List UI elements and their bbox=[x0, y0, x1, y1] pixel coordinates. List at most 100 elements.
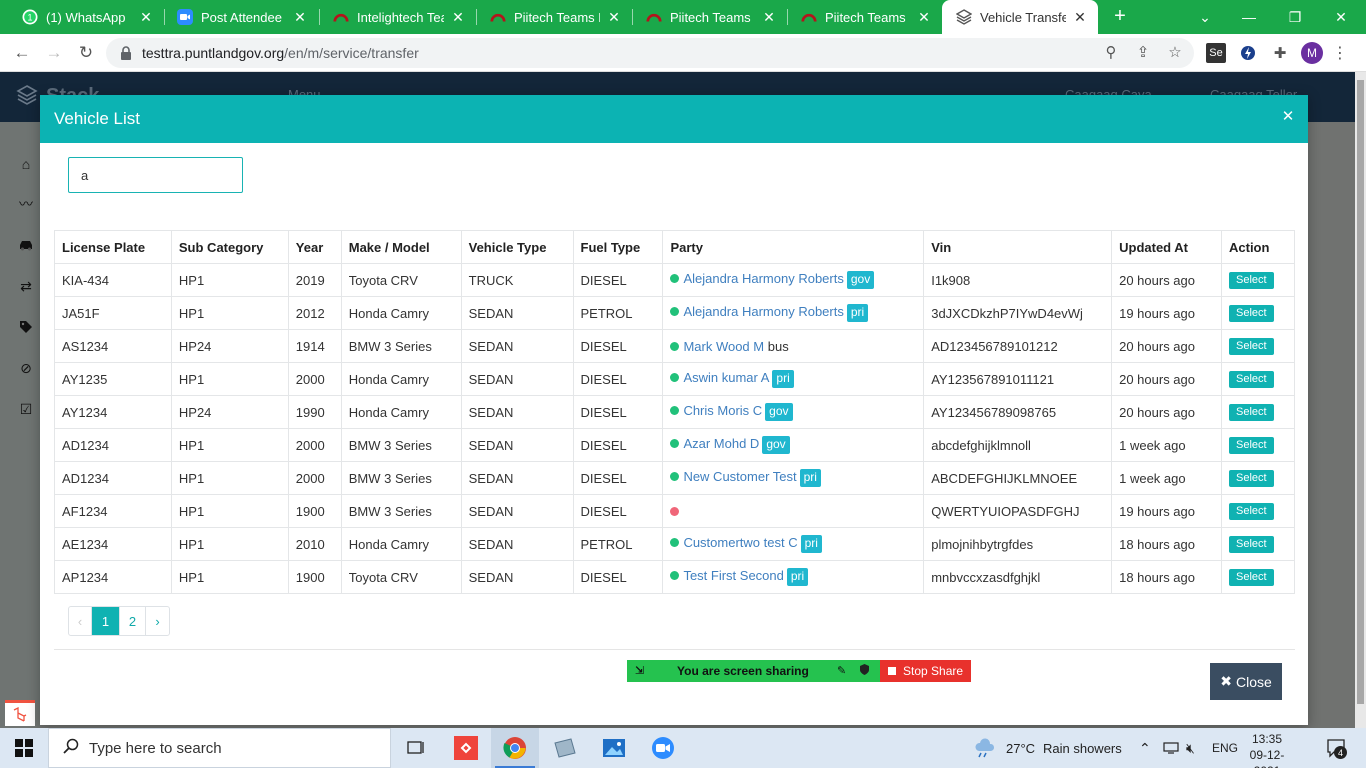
restore-icon[interactable]: ❐ bbox=[1272, 0, 1318, 34]
party-link[interactable]: Chris Moris C bbox=[683, 403, 762, 418]
taskbar-search-box[interactable]: Type here to search bbox=[48, 728, 391, 768]
party-link[interactable]: Azar Mohd D bbox=[683, 436, 759, 451]
transfer-icon[interactable]: ⇄ bbox=[16, 276, 36, 296]
party-link[interactable]: Mark Wood M bbox=[683, 339, 764, 354]
search-icon bbox=[63, 738, 79, 758]
show-hidden-icons-chevron-icon[interactable]: ⌃ bbox=[1139, 728, 1151, 768]
select-button[interactable]: Select bbox=[1229, 503, 1274, 520]
ban-icon[interactable]: ⊘ bbox=[16, 358, 36, 378]
cell-fuel-type: DIESEL bbox=[572, 395, 664, 429]
shield-icon[interactable] bbox=[859, 663, 870, 679]
tab-vehicle-transfer[interactable]: Vehicle Transfer | ✕ bbox=[942, 0, 1098, 34]
select-button[interactable]: Select bbox=[1229, 272, 1274, 289]
tab-intelightech[interactable]: Intelightech Team ✕ bbox=[319, 0, 476, 34]
windows-start-icon[interactable] bbox=[0, 728, 48, 768]
cell-updated-at: 19 hours ago bbox=[1111, 296, 1222, 330]
network-icon[interactable] bbox=[1163, 728, 1179, 768]
forward-arrow-icon[interactable]: → bbox=[41, 40, 67, 66]
tab-piitech-1[interactable]: Piitech Teams Po ✕ bbox=[476, 0, 632, 34]
cell-party: Alejandra Harmony Roberts gov bbox=[662, 263, 925, 297]
zoom-magnifier-icon[interactable]: ⚲ bbox=[1100, 41, 1122, 63]
tag-icon[interactable] bbox=[16, 317, 36, 337]
window-close-icon[interactable]: ✕ bbox=[1318, 0, 1364, 34]
notification-center-icon[interactable]: 4 bbox=[1326, 738, 1347, 759]
page-scrollbar[interactable] bbox=[1355, 72, 1366, 728]
party-link[interactable]: Alejandra Harmony Roberts bbox=[683, 304, 843, 319]
tab-close-icon[interactable]: ✕ bbox=[1072, 9, 1088, 26]
pagination-prev[interactable]: ‹ bbox=[69, 607, 92, 635]
party-link[interactable]: Customertwo test C bbox=[683, 535, 797, 550]
col-action: Action bbox=[1221, 230, 1295, 264]
pagination-page-1[interactable]: 1 bbox=[92, 607, 120, 635]
party-link[interactable]: Aswin kumar A bbox=[683, 370, 769, 385]
weather-icon[interactable] bbox=[973, 738, 997, 761]
back-arrow-icon[interactable]: ← bbox=[9, 40, 35, 66]
car-icon[interactable] bbox=[16, 235, 36, 255]
file-explorer-app-icon[interactable] bbox=[541, 728, 589, 768]
tab-close-icon[interactable]: ✕ bbox=[761, 9, 777, 26]
modal-close-x-icon[interactable]: ✕ bbox=[1280, 109, 1296, 125]
vehicle-search-input[interactable] bbox=[68, 157, 243, 193]
tab-piitech-2[interactable]: Piitech Teams Po ✕ bbox=[632, 0, 787, 34]
tab-close-icon[interactable]: ✕ bbox=[916, 9, 932, 26]
cell-make-model: BMW 3 Series bbox=[340, 329, 462, 363]
zoom-app-icon[interactable] bbox=[639, 728, 687, 768]
chrome-app-icon[interactable] bbox=[491, 728, 539, 768]
input-language[interactable]: ENG bbox=[1212, 728, 1238, 768]
tab-close-icon[interactable]: ✕ bbox=[138, 9, 154, 26]
tab-zoom[interactable]: Post Attendee - Z ✕ bbox=[163, 0, 318, 34]
weather-description[interactable]: Rain showers bbox=[1043, 728, 1122, 768]
minimize-icon[interactable]: — bbox=[1226, 0, 1272, 34]
select-button[interactable]: Select bbox=[1229, 437, 1274, 454]
select-button[interactable]: Select bbox=[1229, 305, 1274, 322]
party-link[interactable]: Alejandra Harmony Roberts bbox=[683, 271, 843, 286]
volume-muted-icon[interactable]: 🔇︎ bbox=[1186, 728, 1195, 768]
tab-whatsapp[interactable]: 1 (1) WhatsApp ✕ bbox=[8, 0, 164, 34]
taskbar-clock[interactable]: 13:35 09-12-2021 bbox=[1242, 731, 1292, 768]
status-dot-active bbox=[670, 341, 680, 351]
weather-temperature[interactable]: 27°C bbox=[1006, 728, 1035, 768]
select-button[interactable]: Select bbox=[1229, 371, 1274, 388]
selenium-extension-icon[interactable]: Se bbox=[1206, 43, 1226, 63]
pagination-page-2[interactable]: 2 bbox=[120, 607, 146, 635]
tab-piitech-3[interactable]: Piitech Teams Po ✕ bbox=[787, 0, 942, 34]
col-vehicle-type: Vehicle Type bbox=[460, 230, 574, 264]
tab-close-icon[interactable]: ✕ bbox=[450, 9, 466, 26]
cell-party: Azar Mohd Dgov bbox=[662, 428, 925, 462]
select-button[interactable]: Select bbox=[1229, 404, 1274, 421]
party-link[interactable]: New Customer Test bbox=[683, 469, 796, 484]
bookmark-star-icon[interactable]: ☆ bbox=[1164, 41, 1186, 63]
scrollbar-thumb[interactable] bbox=[1357, 80, 1364, 704]
browser-menu-icon[interactable]: ⋮ bbox=[1330, 43, 1350, 63]
select-button[interactable]: Select bbox=[1229, 338, 1274, 355]
omnibox[interactable]: testtra.puntlandgov.org/en/m/service/tra… bbox=[106, 38, 1194, 68]
mic-muted-icon[interactable]: ✎ bbox=[837, 664, 846, 677]
brand-logo-icon bbox=[16, 84, 38, 106]
task-view-icon[interactable] bbox=[392, 728, 440, 768]
share-icon[interactable]: ⇪ bbox=[1132, 41, 1154, 63]
home-icon[interactable]: ⌂ bbox=[16, 154, 36, 174]
select-button[interactable]: Select bbox=[1229, 470, 1274, 487]
pagination-next[interactable]: › bbox=[146, 607, 169, 635]
tab-close-icon[interactable]: ✕ bbox=[606, 9, 622, 26]
stop-share-button[interactable]: Stop Share bbox=[880, 660, 971, 682]
close-button[interactable]: ✖ Close bbox=[1210, 663, 1282, 700]
profile-avatar[interactable]: M bbox=[1301, 42, 1323, 64]
cell-vin: QWERTYUIOPASDFGHJ bbox=[923, 494, 1113, 528]
screen-share-status[interactable]: ⇲ You are screen sharing ✎ bbox=[627, 660, 880, 682]
select-button[interactable]: Select bbox=[1229, 536, 1274, 553]
tab-search-chevron-icon[interactable]: ⌄ bbox=[1182, 0, 1228, 34]
checklist-icon[interactable]: ☑ bbox=[16, 399, 36, 419]
select-button[interactable]: Select bbox=[1229, 569, 1274, 586]
trend-icon[interactable]: 〰 bbox=[16, 194, 36, 214]
puzzle-extensions-icon[interactable]: ✚ bbox=[1270, 43, 1290, 63]
party-link[interactable]: Test First Second bbox=[683, 568, 783, 583]
photos-app-icon[interactable] bbox=[590, 728, 638, 768]
anydesk-app-icon[interactable] bbox=[442, 728, 490, 768]
new-tab-button[interactable]: + bbox=[1108, 5, 1132, 29]
reload-icon[interactable]: ↻ bbox=[73, 40, 99, 66]
cell-fuel-type: DIESEL bbox=[572, 461, 664, 495]
stop-square-icon bbox=[888, 667, 896, 675]
tab-close-icon[interactable]: ✕ bbox=[292, 9, 308, 26]
bolt-extension-icon[interactable] bbox=[1238, 43, 1258, 63]
